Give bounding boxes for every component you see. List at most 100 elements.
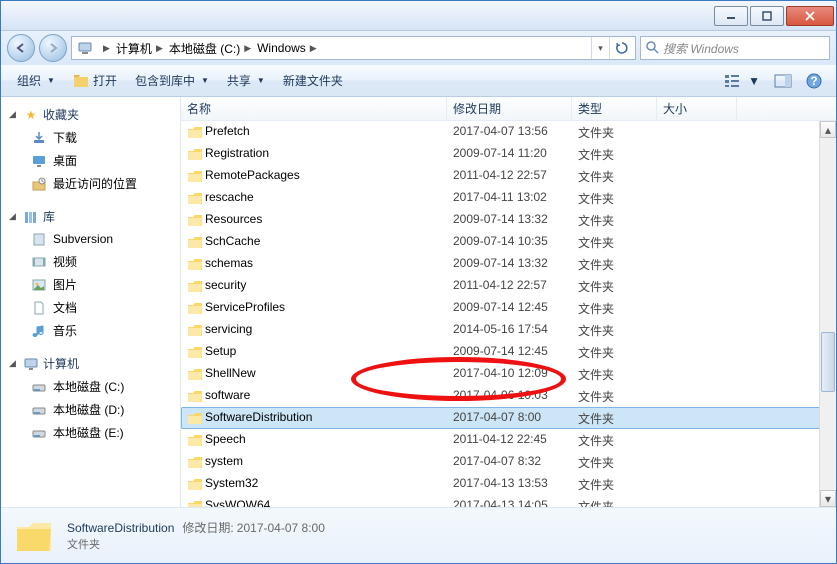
cell-type: 文件夹 [578, 234, 663, 251]
new-folder-button[interactable]: 新建文件夹 [275, 68, 351, 93]
back-button[interactable] [7, 34, 35, 62]
body: ◢ ★ 收藏夹 下载 桌面 最近访问的位置 ◢ 库 Subver [1, 97, 836, 507]
address-dropdown[interactable]: ▾ [591, 37, 609, 59]
details-pane: SoftwareDistribution 修改日期: 2017-04-07 8:… [1, 507, 836, 563]
view-options-button[interactable]: ▼ [718, 69, 766, 93]
folder-icon [187, 279, 205, 293]
open-button[interactable]: 打开 [65, 68, 125, 93]
folder-icon [187, 213, 205, 227]
file-list[interactable]: Prefetch2017-04-07 13:56文件夹Registration2… [181, 121, 836, 507]
table-row[interactable]: servicing2014-05-16 17:54文件夹 [181, 319, 836, 341]
cell-type: 文件夹 [578, 124, 663, 141]
table-row[interactable]: Speech2011-04-12 22:45文件夹 [181, 429, 836, 451]
preview-pane-button[interactable] [768, 70, 798, 92]
breadcrumb-sep[interactable]: ▶ [96, 43, 113, 54]
scroll-track[interactable] [820, 138, 836, 490]
computer-header[interactable]: ◢ 计算机 [1, 352, 180, 375]
maximize-button[interactable] [750, 6, 784, 26]
table-row[interactable]: Registration2009-07-14 11:20文件夹 [181, 143, 836, 165]
favorites-header[interactable]: ◢ ★ 收藏夹 [1, 103, 180, 126]
details-folder-icon [13, 515, 55, 557]
col-name[interactable]: 名称 [181, 97, 447, 120]
table-row[interactable]: software2017-04-06 10:03文件夹 [181, 385, 836, 407]
cell-name: Resources [205, 212, 453, 229]
nav-documents[interactable]: 文档 [1, 296, 180, 319]
breadcrumb-drive-c[interactable]: 本地磁盘 (C:)▶ [166, 40, 254, 57]
help-button[interactable]: ? [800, 69, 828, 93]
file-list-pane: 名称 修改日期 类型 大小 Prefetch2017-04-07 13:56文件… [181, 97, 836, 507]
refresh-button[interactable] [609, 37, 633, 59]
table-row[interactable]: SoftwareDistribution2017-04-07 8:00文件夹 [181, 407, 836, 429]
forward-button[interactable] [39, 34, 67, 62]
desktop-icon [31, 153, 47, 169]
table-row[interactable]: RemotePackages2011-04-12 22:57文件夹 [181, 165, 836, 187]
share-menu[interactable]: 共享▼ [219, 68, 273, 93]
vertical-scrollbar[interactable]: ▴ ▾ [819, 121, 836, 507]
scroll-thumb[interactable] [821, 332, 835, 392]
scroll-down-button[interactable]: ▾ [820, 490, 836, 507]
folder-icon [187, 389, 205, 403]
col-type[interactable]: 类型 [572, 97, 657, 120]
minimize-button[interactable] [714, 6, 748, 26]
folder-icon [187, 257, 205, 271]
address-box[interactable]: ▶ 计算机▶ 本地磁盘 (C:)▶ Windows▶ ▾ [71, 36, 636, 60]
nav-pictures[interactable]: 图片 [1, 273, 180, 296]
breadcrumb-windows[interactable]: Windows▶ [254, 41, 320, 55]
table-row[interactable]: SysWOW642017-04-13 14:05文件夹 [181, 495, 836, 507]
toolbar: 组织▼ 打开 包含到库中▼ 共享▼ 新建文件夹 ▼ ? [1, 65, 836, 97]
table-row[interactable]: rescache2017-04-11 13:02文件夹 [181, 187, 836, 209]
cell-date: 2009-07-14 12:45 [453, 300, 578, 317]
table-row[interactable]: SchCache2009-07-14 10:35文件夹 [181, 231, 836, 253]
cell-name: SysWOW64 [205, 498, 453, 508]
table-row[interactable]: ServiceProfiles2009-07-14 12:45文件夹 [181, 297, 836, 319]
cell-name: rescache [205, 190, 453, 207]
computer-icon [74, 40, 96, 56]
table-row[interactable]: ShellNew2017-04-10 12:09文件夹 [181, 363, 836, 385]
music-icon [31, 323, 47, 339]
drive-icon [31, 402, 47, 418]
nav-videos[interactable]: 视频 [1, 250, 180, 273]
video-icon [31, 254, 47, 270]
libraries-header[interactable]: ◢ 库 [1, 205, 180, 228]
nav-recent[interactable]: 最近访问的位置 [1, 172, 180, 195]
cell-date: 2017-04-13 13:53 [453, 476, 578, 493]
cell-name: servicing [205, 322, 453, 339]
cell-name: schemas [205, 256, 453, 273]
library-icon [23, 209, 39, 225]
nav-drive-e[interactable]: 本地磁盘 (E:) [1, 421, 180, 444]
nav-drive-d[interactable]: 本地磁盘 (D:) [1, 398, 180, 421]
cell-type: 文件夹 [578, 432, 663, 449]
col-size[interactable]: 大小 [657, 97, 737, 120]
table-row[interactable]: Setup2009-07-14 12:45文件夹 [181, 341, 836, 363]
include-in-library-menu[interactable]: 包含到库中▼ [127, 68, 217, 93]
nav-music[interactable]: 音乐 [1, 319, 180, 342]
cell-date: 2009-07-14 13:32 [453, 212, 578, 229]
folder-icon [187, 411, 205, 425]
recent-icon [31, 176, 47, 192]
cell-date: 2009-07-14 13:32 [453, 256, 578, 273]
search-input[interactable]: 搜索 Windows [640, 36, 830, 60]
folder-icon [187, 455, 205, 469]
nav-desktop[interactable]: 桌面 [1, 149, 180, 172]
cell-date: 2014-05-16 17:54 [453, 322, 578, 339]
col-date[interactable]: 修改日期 [447, 97, 572, 120]
cell-type: 文件夹 [578, 344, 663, 361]
table-row[interactable]: Prefetch2017-04-07 13:56文件夹 [181, 121, 836, 143]
table-row[interactable]: schemas2009-07-14 13:32文件夹 [181, 253, 836, 275]
cell-type: 文件夹 [578, 256, 663, 273]
table-row[interactable]: Resources2009-07-14 13:32文件夹 [181, 209, 836, 231]
nav-downloads[interactable]: 下载 [1, 126, 180, 149]
scroll-up-button[interactable]: ▴ [820, 121, 836, 138]
cell-name: security [205, 278, 453, 295]
organize-menu[interactable]: 组织▼ [9, 68, 63, 93]
table-row[interactable]: security2011-04-12 22:57文件夹 [181, 275, 836, 297]
nav-drive-c[interactable]: 本地磁盘 (C:) [1, 375, 180, 398]
table-row[interactable]: system2017-04-07 8:32文件夹 [181, 451, 836, 473]
breadcrumb-computer[interactable]: 计算机▶ [113, 40, 166, 57]
close-button[interactable] [786, 6, 834, 26]
table-row[interactable]: System322017-04-13 13:53文件夹 [181, 473, 836, 495]
nav-subversion[interactable]: Subversion [1, 228, 180, 250]
folder-icon [187, 235, 205, 249]
cell-type: 文件夹 [578, 212, 663, 229]
folder-icon [187, 125, 205, 139]
